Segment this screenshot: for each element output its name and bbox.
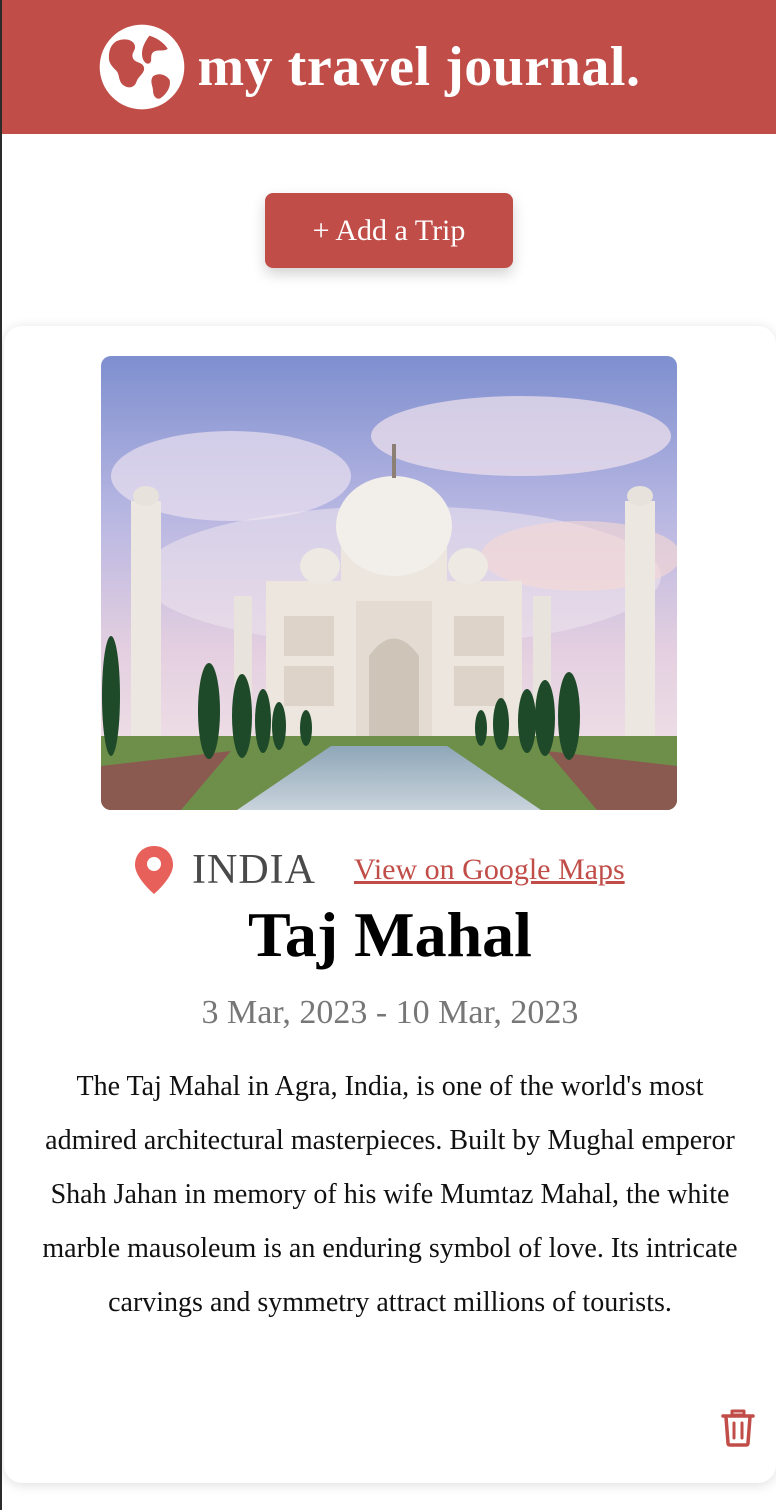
- trash-icon[interactable]: [720, 1407, 756, 1447]
- photo-illustration: [101, 356, 677, 810]
- location-row: INDIA View on Google Maps: [132, 840, 625, 900]
- map-pin-icon: [135, 846, 173, 894]
- taj-mahal-photo: [101, 356, 677, 810]
- trip-dates: 3 Mar, 2023 - 10 Mar, 2023: [201, 994, 579, 1031]
- globe-icon: [99, 24, 184, 110]
- window-edge: [0, 0, 2, 1510]
- place-title: Taj Mahal: [248, 899, 532, 970]
- add-trip-button[interactable]: + Add a Trip: [265, 193, 513, 268]
- journal-entry-card: INDIA View on Google Maps Taj Mahal 3 Ma…: [4, 326, 776, 1483]
- app-title: my travel journal.: [197, 36, 641, 98]
- app-header: my travel journal.: [0, 0, 776, 134]
- trip-description: The Taj Mahal in Agra, India, is one of …: [42, 1071, 738, 1318]
- country-label: INDIA: [192, 847, 316, 893]
- google-maps-link[interactable]: View on Google Maps: [354, 853, 625, 887]
